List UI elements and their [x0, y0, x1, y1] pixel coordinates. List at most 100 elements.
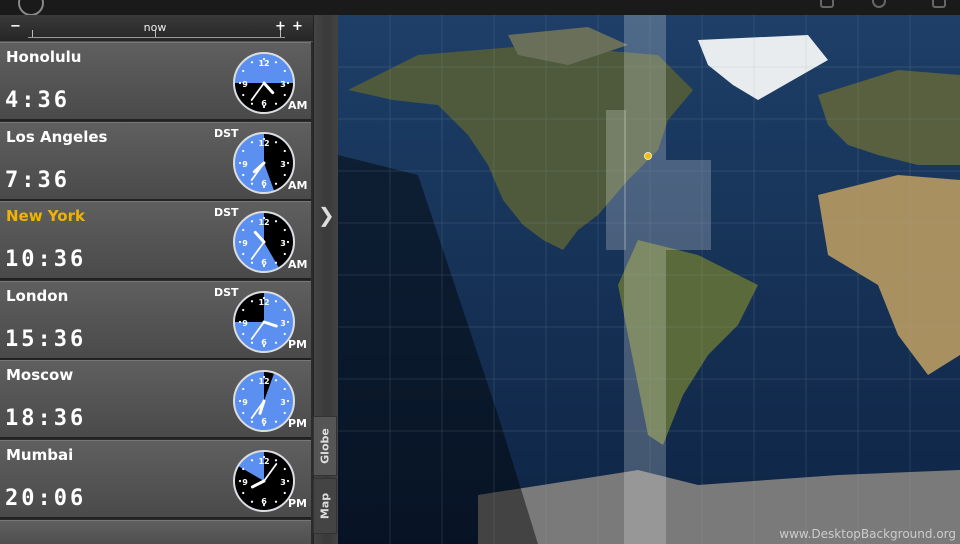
clock-tick: [283, 387, 286, 391]
clock-numeral: 3: [280, 398, 286, 407]
clock-tick: [274, 140, 278, 143]
city-row[interactable]: Honolulu 4:36 AM 12 3 6 9: [0, 42, 311, 121]
clock-tick: [283, 411, 286, 415]
clock-tick: [242, 173, 245, 176]
world-map-image[interactable]: [338, 15, 960, 544]
timezone-highlight: [624, 15, 666, 544]
time-minus-button[interactable]: −: [10, 19, 21, 34]
time-scrubber[interactable]: − + + now: [0, 15, 313, 42]
clock-tick: [250, 102, 254, 105]
clock-tick: [250, 341, 254, 344]
clock-tick: [274, 61, 278, 64]
clock-numeral: 9: [242, 398, 248, 407]
overflow-icon[interactable]: [932, 0, 946, 8]
clock-tick: [250, 420, 254, 423]
clock-tick: [238, 320, 242, 323]
clock-tick: [283, 173, 286, 176]
chevron-right-icon[interactable]: ❯: [318, 203, 335, 227]
tab-globe[interactable]: Globe: [313, 416, 337, 476]
clock-tick: [274, 341, 278, 344]
clock-numeral: 9: [242, 160, 248, 169]
clock-tick: [250, 182, 254, 185]
clock-numeral: 3: [280, 478, 286, 487]
now-label: now: [143, 21, 167, 34]
analog-clock-icon: 12 3 6 9: [233, 290, 295, 353]
clock-numeral: 6: [261, 417, 267, 426]
city-time: 4:36: [5, 88, 70, 113]
clock-tick: [238, 240, 242, 244]
clock-numeral: 3: [280, 239, 286, 248]
clock-tick: [242, 332, 245, 335]
clock-tick: [242, 252, 245, 256]
clock-tick: [242, 467, 245, 470]
clock-tick: [286, 161, 290, 164]
clock-tick: [283, 252, 286, 256]
clock-numeral: 3: [280, 80, 286, 89]
clock-tick: [283, 308, 286, 311]
clock-numeral: 3: [280, 160, 286, 169]
time-plus-large-button[interactable]: +: [292, 19, 303, 34]
time-tick: [280, 30, 281, 37]
city-row[interactable]: Mumbai 20:06 PM 12 3 6 9: [0, 439, 311, 519]
top-bar: [0, 0, 960, 16]
new-york-marker[interactable]: [644, 152, 652, 160]
clock-tick: [242, 228, 245, 232]
clock-numeral: 6: [261, 338, 267, 347]
clock-tick: [250, 61, 254, 64]
clock-tick: [242, 93, 245, 97]
city-row[interactable]: Los Angeles 7:36 DST AM 12 3 6 9: [0, 121, 311, 201]
clock-numeral: 9: [242, 319, 248, 328]
clock-tick: [286, 399, 290, 403]
analog-clock-icon: 12 3 6 9: [233, 449, 295, 512]
clock-numeral: 6: [261, 497, 267, 506]
timezone-highlight-part: [606, 110, 626, 250]
clock-numeral: 12: [258, 139, 269, 148]
clock-numeral: 9: [242, 478, 248, 487]
city-row-partial[interactable]: [0, 520, 311, 544]
city-row[interactable]: London 15:36 DST PM 12 3 6 9: [0, 280, 311, 360]
clock-tick: [274, 261, 278, 264]
clock-numeral: 9: [242, 239, 248, 248]
city-time: 20:06: [5, 485, 87, 511]
clock-tick: [242, 308, 245, 311]
clock-numeral: 6: [261, 99, 267, 108]
clock-numeral: 12: [258, 377, 269, 386]
clock-tick: [286, 320, 290, 323]
clock-tick: [286, 479, 290, 482]
settings-icon[interactable]: [872, 0, 886, 8]
clock-tick: [238, 399, 242, 403]
city-row[interactable]: Moscow 18:36 PM 12 3 6 9: [0, 360, 311, 439]
city-list-panel: − + + now Honolulu 4:36 AM 12 3 6 9 Los Angeles…: [0, 15, 313, 544]
menu-icon[interactable]: [820, 0, 834, 8]
clock-tick: [274, 500, 278, 503]
clock-numeral: 12: [258, 457, 269, 466]
watermark: www.DesktopBackground.org: [779, 527, 956, 541]
city-row[interactable]: New York 10:36 DST AM 12 3 6 9: [0, 201, 311, 280]
time-tick: [32, 30, 33, 37]
clock-tick: [283, 93, 286, 97]
clock-tick: [250, 379, 254, 382]
clock-numeral: 3: [280, 319, 286, 328]
clock-tick: [274, 220, 278, 223]
world-map[interactable]: www.DesktopBackground.org: [338, 15, 960, 544]
clock-tick: [250, 458, 254, 461]
clock-tick: [286, 240, 290, 244]
city-name: New York: [6, 207, 85, 225]
clock-tick: [274, 182, 278, 185]
clock-tick: [238, 81, 242, 85]
clock-tick: [242, 491, 245, 494]
time-scale-line: [28, 37, 285, 38]
analog-clock-icon: 12 3 6 9: [233, 370, 295, 432]
clock-tick: [283, 332, 286, 335]
tab-map[interactable]: Map: [313, 478, 337, 534]
city-name: Moscow: [6, 366, 74, 384]
clock-tick: [242, 387, 245, 391]
clock-numeral: 12: [258, 59, 269, 68]
clock-tick: [283, 228, 286, 232]
analog-clock-icon: 12 3 6 9: [233, 131, 295, 194]
clock-numeral: 6: [261, 258, 267, 267]
clock-tick: [274, 379, 278, 382]
clock-tick: [274, 458, 278, 461]
clock-tick: [238, 161, 242, 164]
analog-clock-icon: 12 3 6 9: [233, 52, 295, 114]
